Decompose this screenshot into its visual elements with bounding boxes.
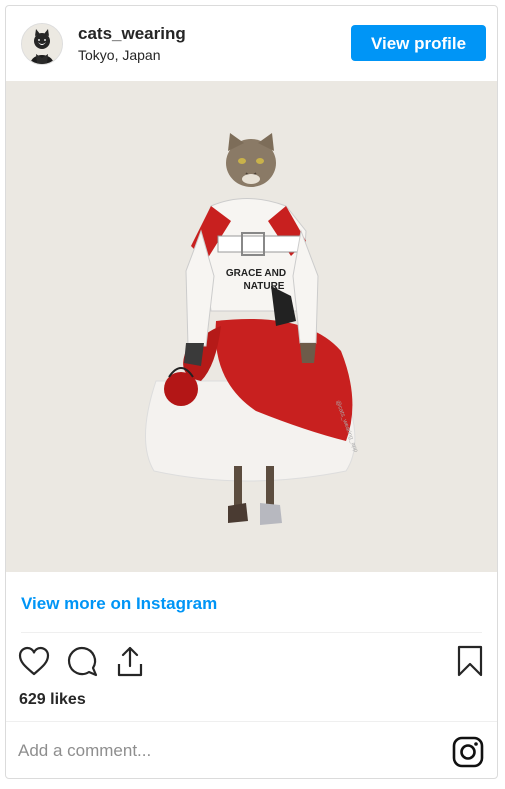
username[interactable]: cats_wearing	[78, 24, 186, 44]
view-profile-button[interactable]: View profile	[351, 25, 486, 61]
cat-fashion-illustration: GRACE AND NATURE @cats_wearing_app	[6, 81, 497, 572]
comment-bubble-icon[interactable]	[65, 644, 99, 678]
post-image[interactable]: GRACE AND NATURE @cats_wearing_app	[6, 81, 497, 572]
heart-icon[interactable]	[17, 644, 51, 678]
instagram-embed-card: cats_wearing Tokyo, Japan View profile G…	[5, 5, 498, 779]
like-count[interactable]: 629 likes	[19, 691, 86, 709]
view-more-link[interactable]: View more on Instagram	[21, 594, 217, 614]
instagram-logo-icon[interactable]	[452, 736, 484, 768]
bookmark-icon[interactable]	[453, 644, 487, 678]
avatar[interactable]	[21, 23, 63, 65]
avatar-cat-image	[22, 24, 62, 64]
location[interactable]: Tokyo, Japan	[78, 47, 161, 63]
divider	[21, 632, 482, 633]
comment-input[interactable]	[18, 739, 418, 763]
artwork-text-line1: GRACE AND	[226, 268, 286, 279]
post-header: cats_wearing Tokyo, Japan View profile	[6, 6, 497, 82]
comment-row	[6, 721, 497, 778]
share-icon[interactable]	[113, 644, 147, 678]
